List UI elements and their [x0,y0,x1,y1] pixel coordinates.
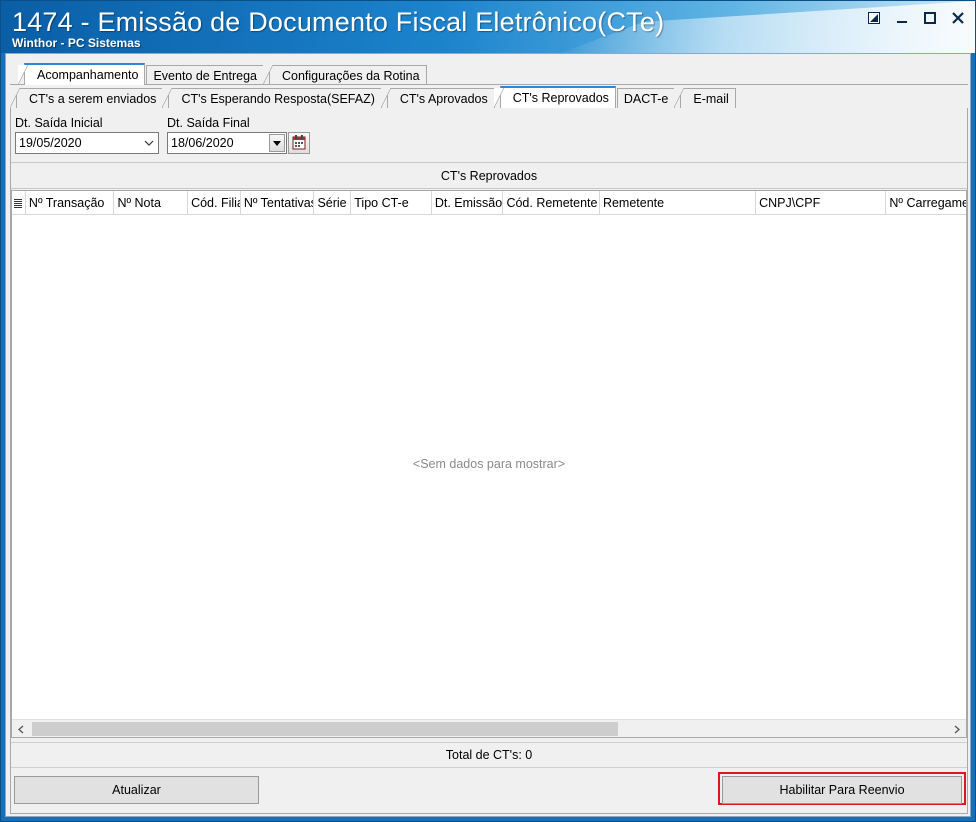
column-header-carregamento[interactable]: Nº Carregamento [886,191,966,214]
tab-label: Acompanhamento [37,68,139,82]
main-tab-bar: Acompanhamento Evento de Entrega Configu… [17,63,427,85]
tab-cts-a-serem-enviados[interactable]: CT's a serem enviados [9,88,164,108]
tab-evento-de-entrega[interactable]: Evento de Entrega [146,65,264,85]
start-date-label: Dt. Saída Inicial [15,116,103,130]
empty-grid-message: <Sem dados para mostrar> [412,457,566,471]
column-header-cod-remetente[interactable]: Cód. Remetente [503,191,600,214]
column-header-nota[interactable]: Nº Nota [114,191,189,214]
start-date-field[interactable]: 19/05/2020 [15,132,159,154]
grid-title: CT's Reprovados [11,162,967,189]
column-header-remetente[interactable]: Remetente [600,191,757,214]
client-area: Acompanhamento Evento de Entrega Configu… [5,53,971,817]
cts-reprovados-grid[interactable]: Nº Transação Nº Nota Cód. Filial Nº Tent… [11,190,967,738]
tab-label: DACT-e [623,91,669,106]
maximize-icon[interactable] [921,9,939,27]
grid-title-text: CT's Reprovados [440,168,538,183]
start-date-value: 19/05/2020 [19,136,82,150]
tab-label: CT's Aprovados [399,91,488,106]
window-subtitle: Winthor - PC Sistemas [12,36,141,50]
main-tab-divider [10,84,968,85]
column-chooser-icon[interactable] [12,191,26,214]
column-header-tentativas[interactable]: Nº Tentativas [241,191,315,214]
column-header-serie[interactable]: Série [314,191,352,214]
column-header-dt-emissao[interactable]: Dt. Emissão [432,191,504,214]
minimize-icon[interactable] [893,9,911,27]
tab-label: Configurações da Rotina [282,68,420,83]
restore-layout-icon[interactable] [865,9,883,27]
tab-cts-esperando-resposta[interactable]: CT's Esperando Resposta(SEFAZ) [162,88,382,108]
grid-header: Nº Transação Nº Nota Cód. Filial Nº Tent… [12,191,966,215]
dropdown-arrow-icon[interactable] [269,134,285,152]
habilitar-para-reenvio-button[interactable]: Habilitar Para Reenvio [722,776,962,804]
tab-label: E-mail [693,91,729,106]
scrollbar-thumb[interactable] [32,722,618,736]
tab-configuracoes-da-rotina[interactable]: Configurações da Rotina [263,65,427,85]
tab-dact-e[interactable]: DACT-e [616,88,676,108]
scroll-left-icon[interactable] [12,720,30,738]
horizontal-scrollbar[interactable] [12,719,966,737]
tab-label: Evento de Entrega [153,68,257,83]
tab-label: CT's a serem enviados [29,91,157,106]
app-window: 1474 - Emissão de Documento Fiscal Eletr… [0,0,976,822]
total-cts-label: Total de CT's: 0 [11,742,967,768]
end-date-label: Dt. Saída Final [167,116,250,130]
calendar-icon [292,134,306,153]
column-header-transacao[interactable]: Nº Transação [26,191,115,214]
tab-cts-reprovados[interactable]: CT's Reprovados [493,86,616,108]
total-cts-text: Total de CT's: 0 [445,748,533,762]
atualizar-button[interactable]: Atualizar [14,776,259,804]
close-icon[interactable] [949,9,967,27]
tab-acompanhamento[interactable]: Acompanhamento [17,63,146,85]
column-header-cnpj-cpf[interactable]: CNPJ\CPF [756,191,887,214]
chevron-down-icon[interactable] [140,133,158,153]
tab-label: CT's Esperando Resposta(SEFAZ) [181,91,375,106]
end-date-field[interactable]: 18/06/2020 [167,132,287,154]
sub-tab-bar: CT's a serem enviados CT's Esperando Res… [9,86,736,108]
title-bar[interactable]: 1474 - Emissão de Documento Fiscal Eletr… [1,1,975,53]
tab-label: CT's Reprovados [512,91,609,105]
calendar-button[interactable] [288,132,310,154]
column-header-tipo-cte[interactable]: Tipo CT-e [351,191,432,214]
end-date-value: 18/06/2020 [171,136,234,150]
tab-e-mail[interactable]: E-mail [674,88,736,108]
window-title: 1474 - Emissão de Documento Fiscal Eletr… [12,7,665,37]
scroll-right-icon[interactable] [948,720,966,738]
window-controls [865,9,967,27]
tab-panel-cts-reprovados: Dt. Saída Inicial 19/05/2020 Dt. Saída F… [10,108,968,814]
tab-cts-aprovados[interactable]: CT's Aprovados [380,88,495,108]
column-header-cod-filial[interactable]: Cód. Filial [188,191,241,214]
